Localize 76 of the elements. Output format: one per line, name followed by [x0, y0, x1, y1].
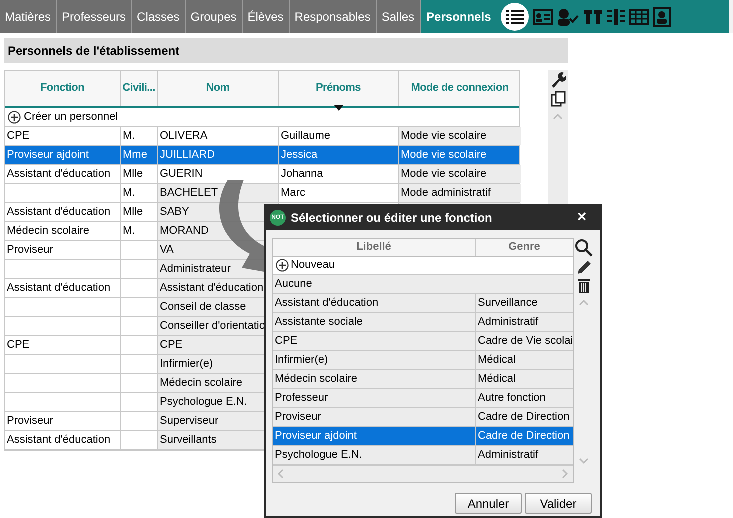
new-entry-row[interactable]: Nouveau [273, 256, 573, 275]
list-cell[interactable]: Proviseur ajdoint [273, 426, 476, 445]
list-cell[interactable]: Administratif [476, 446, 573, 464]
list-cell[interactable]: Autre fonction [476, 388, 573, 407]
table-cell: Assistant d'éducation [5, 279, 121, 297]
table-cell: OLIVERA [158, 127, 279, 145]
list-cell[interactable]: Surveillance [476, 294, 573, 312]
table-cell: Johanna [279, 165, 399, 183]
dialog-button[interactable]: Annuler [455, 493, 522, 514]
user-portrait-icon[interactable] [653, 6, 672, 26]
plus-icon [276, 258, 289, 272]
column-header[interactable]: Mode de connexion [399, 71, 521, 106]
list-cell[interactable]: Cadre de Direction [476, 408, 573, 426]
list-icon[interactable] [501, 2, 530, 30]
dialog-button[interactable]: Valider [525, 493, 592, 514]
list-cell[interactable]: Médecin scolaire [273, 370, 476, 388]
table-cell: Mme [121, 146, 158, 164]
table-cell: Guillaume [279, 127, 399, 145]
tab[interactable]: Personnels [420, 0, 498, 33]
people-icon[interactable] [583, 8, 604, 24]
table-cell: JUILLIARD [158, 146, 279, 164]
table-cell: Assistant d'éducation [5, 165, 121, 183]
table-cell: Proviseur [5, 241, 121, 259]
table-cell: Mlle [121, 165, 158, 183]
list-cell[interactable]: Cadre de Direction [476, 426, 573, 445]
sort-indicator-icon [334, 105, 344, 111]
table-cell: Médecin scolaire [5, 222, 121, 240]
list-cell[interactable]: Assistant d'éducation [273, 294, 476, 312]
tab[interactable]: Matières [0, 0, 58, 33]
dialog-title: Sélectionner ou éditer une fonction [291, 210, 494, 227]
plus-icon [8, 110, 21, 124]
table-cell: GUERIN [158, 165, 279, 183]
table-cell: Proviseur [5, 412, 121, 430]
close-button[interactable]: × [574, 210, 590, 226]
list-cell[interactable]: Proviseur [273, 408, 476, 426]
panel-header: Personnels de l'établissement [4, 38, 568, 63]
table-cell-text: Mode vie scolaire [400, 148, 488, 163]
table-cell: M. [121, 184, 158, 202]
table-cell: CPE [5, 127, 121, 145]
table-cell: M. [121, 127, 158, 145]
list-cell[interactable]: Assistante sociale [273, 312, 476, 331]
list-cell[interactable]: Infirmier(e) [273, 350, 476, 369]
table-cell: Mlle [121, 203, 158, 221]
column-header[interactable]: Nom [158, 71, 279, 106]
list-cell[interactable]: Professeur [273, 388, 476, 407]
table-cell: M. [121, 222, 158, 240]
table-cell: Assistant d'éducation [5, 203, 121, 221]
column-header[interactable]: Libellé [273, 239, 476, 256]
grid-icon[interactable] [607, 8, 626, 24]
table-cell: Assistant d'éducation [5, 431, 121, 449]
column-header[interactable]: Genre [476, 239, 573, 256]
table-cell: Marc [279, 184, 399, 202]
tab[interactable]: Groupes [186, 0, 243, 33]
search-icon[interactable] [574, 238, 594, 257]
tab[interactable]: Professeurs [57, 0, 132, 33]
table-cell: Mode administratif [399, 184, 521, 202]
table-cell: Jessica [279, 146, 399, 164]
tab[interactable]: Classes [132, 0, 186, 33]
list-cell[interactable]: Administratif [476, 312, 573, 331]
column-header[interactable]: Fonction [5, 71, 121, 106]
table-icon[interactable] [629, 8, 650, 24]
list-cell[interactable]: Psychologue E.N. [273, 446, 476, 464]
list-cell[interactable]: Médical [476, 370, 573, 388]
table-cell: Mode vie scolaire [399, 127, 521, 145]
id-card-icon[interactable] [533, 8, 554, 24]
list-cell[interactable]: Médical [476, 350, 573, 369]
table-cell: Mode vie scolaire [399, 165, 521, 183]
column-header[interactable]: Civili... [121, 71, 158, 106]
person-check-icon[interactable] [557, 8, 580, 26]
list-cell[interactable]: Cadre de Vie scolai [476, 332, 573, 350]
tab[interactable]: Élèves [242, 0, 290, 33]
tab[interactable]: Responsables [290, 0, 377, 33]
list-cell[interactable]: Aucune [273, 274, 573, 293]
table-cell: Proviseur ajdoint [5, 146, 121, 164]
table-cell: CPE [5, 336, 121, 354]
tab[interactable]: Salles [376, 0, 421, 33]
